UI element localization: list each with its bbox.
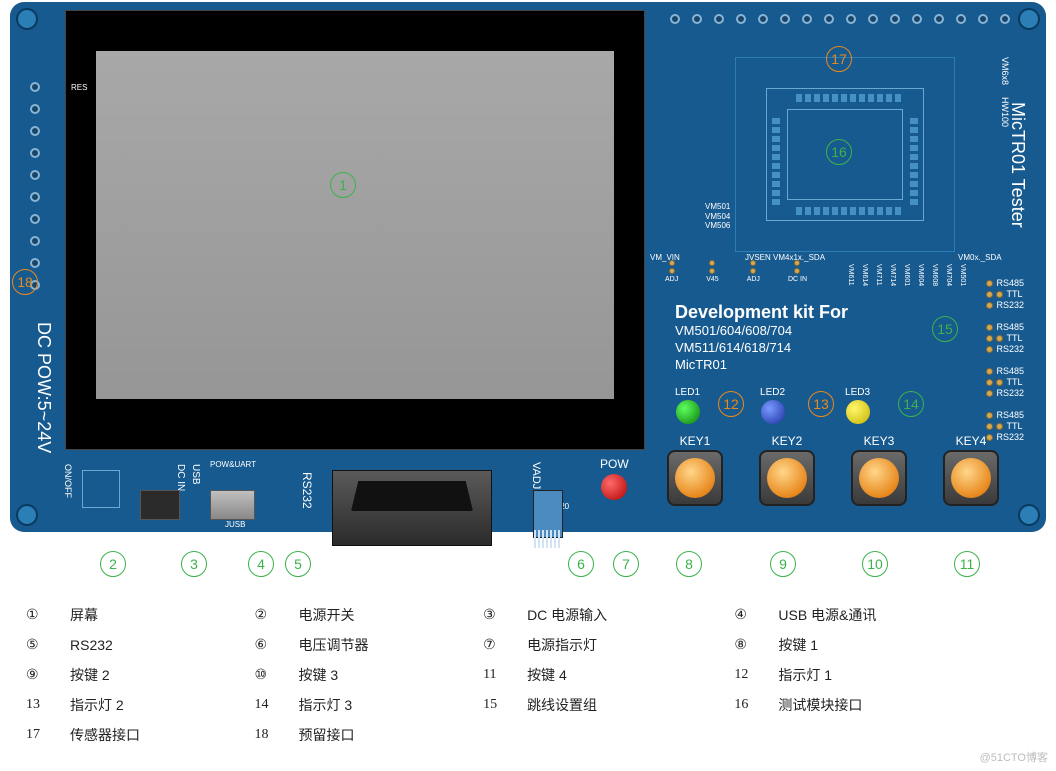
led-row: LED1 LED2 LED3 (675, 387, 870, 424)
key-4[interactable]: KEY4 (943, 434, 999, 506)
res-label: RES (71, 83, 87, 92)
led-3: LED3 (845, 387, 870, 424)
dev-kit-line1: VM501/604/608/704 (675, 323, 848, 340)
mount-hole (16, 504, 38, 526)
legend-table: ①屏幕 ②电源开关 ③DC 电源输入 ④USB 电源&通讯 ⑤RS232 ⑥电压… (20, 600, 1020, 750)
board-title: MicTR01 Tester (1007, 102, 1028, 228)
callout-10: 10 (862, 551, 888, 577)
callout-8: 8 (676, 551, 702, 577)
key-row: KEY1 KEY2 KEY3 KEY4 (667, 434, 999, 506)
rs232-port[interactable] (332, 470, 492, 546)
power-switch[interactable] (82, 470, 120, 508)
dev-kit-title: Development kit For (675, 302, 848, 323)
vm6x8-label: VM6x8 (1000, 57, 1010, 85)
dc-jack[interactable] (140, 490, 180, 520)
reserved-header (30, 82, 40, 290)
dc-pow-label: DC POW:5~24V (33, 322, 54, 453)
lcd-screen: RES (65, 10, 645, 450)
callout-14: 14 (898, 391, 924, 417)
led-2: LED2 (760, 387, 785, 424)
vm-col-labels: VM611VM614VM711VM714VM601VM604VM608VM704… (847, 264, 966, 286)
callout-1: 1 (330, 172, 356, 198)
pow-uart-label: POW&UART (210, 460, 256, 469)
power-led: POW (600, 457, 629, 500)
dev-kit-line2: VM511/614/618/714 (675, 340, 848, 357)
key-2[interactable]: KEY2 (759, 434, 815, 506)
callout-5: 5 (285, 551, 311, 577)
hw-label: HW100 (1000, 97, 1010, 127)
sensor-header (670, 14, 1010, 24)
watermark: @51CTO博客 (980, 749, 1048, 765)
callout-2: 2 (100, 551, 126, 577)
key-1[interactable]: KEY1 (667, 434, 723, 506)
callout-12: 12 (718, 391, 744, 417)
usb-port[interactable] (210, 490, 255, 520)
mount-hole (1018, 8, 1040, 30)
callout-6: 6 (568, 551, 594, 577)
jumper-group-left: ADJ V45 ADJ DC IN (665, 260, 807, 283)
vadj-fins (534, 530, 562, 548)
dcin-label: DC IN (175, 464, 186, 491)
callout-7: 7 (613, 551, 639, 577)
led-1: LED1 (675, 387, 700, 424)
lcd-screen-inner (96, 51, 614, 399)
dev-kit-text: Development kit For VM501/604/608/704 VM… (675, 302, 848, 374)
mount-hole (16, 8, 38, 30)
callout-18: 18 (12, 269, 38, 295)
callout-4: 4 (248, 551, 274, 577)
callout-17: 17 (826, 46, 852, 72)
callout-3: 3 (181, 551, 207, 577)
onoff-label: ON/OFF (63, 464, 73, 498)
callout-11: 11 (954, 551, 980, 577)
pcb-board: RES DC POW:5~24V MicTR01 Tester VM6x8 HW… (10, 2, 1046, 532)
usb-label: USB (190, 464, 201, 485)
callout-15: 15 (932, 316, 958, 342)
callout-13: 13 (808, 391, 834, 417)
jusb-label: JUSB (225, 520, 245, 529)
dev-kit-line3: MicTR01 (675, 357, 848, 374)
rs232-label: RS232 (300, 472, 314, 509)
mount-hole (1018, 504, 1040, 526)
key-3[interactable]: KEY3 (851, 434, 907, 506)
chip-silk-labels: VM501 VM504 VM506 (705, 202, 730, 231)
callout-9: 9 (770, 551, 796, 577)
silk-vm0x: VM0x._SDA (958, 253, 1002, 262)
vadj-label: VADJ (530, 462, 542, 489)
comm-jumper-group: RS485TTLRS232 RS485TTLRS232 RS485TTLRS23… (986, 278, 1024, 442)
callout-16: 16 (826, 139, 852, 165)
